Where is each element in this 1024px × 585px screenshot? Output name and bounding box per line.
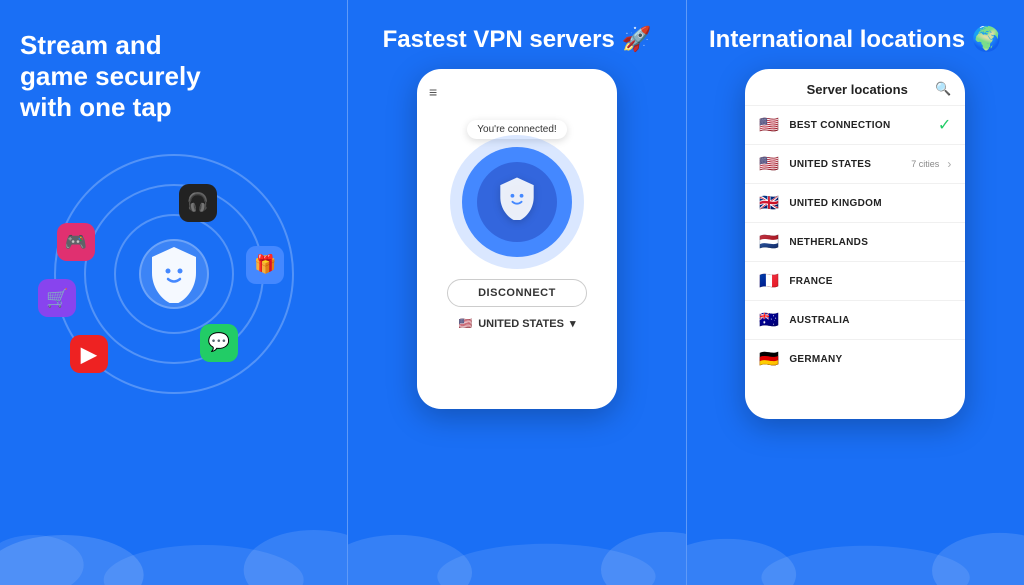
server-item-nl[interactable]: 🇳🇱 NETHERLANDS <box>745 222 965 261</box>
right-panel: International locations 🌍 Server locatio… <box>687 0 1024 585</box>
server-item-de[interactable]: 🇩🇪 GERMANY <box>745 339 965 378</box>
us-label: UNITED STATES <box>789 159 903 170</box>
gift-icon: 🎁 <box>246 246 284 284</box>
left-panel: Stream and game securely with one tap 🎮 … <box>0 0 347 585</box>
server-item-fr[interactable]: 🇫🇷 FRANCE <box>745 261 965 300</box>
us-flag-icon: 🇺🇸 <box>458 317 472 330</box>
uk-flag-icon: 🇬🇧 <box>759 193 781 213</box>
server-item-us[interactable]: 🇺🇸 UNITED STATES 7 cities › <box>745 144 965 183</box>
uk-label: UNITED KINGDOM <box>789 198 951 209</box>
left-headline: Stream and game securely with one tap <box>20 30 327 124</box>
server-item-best[interactable]: 🇺🇸 BEST CONNECTION ✓ <box>745 105 965 144</box>
server-list-header: Server locations 🔍 <box>745 81 965 105</box>
us-flag-icon: 🇺🇸 <box>759 154 781 174</box>
best-flag-icon: 🇺🇸 <box>759 115 781 135</box>
disconnect-button[interactable]: DISCONNECT <box>447 279 587 307</box>
best-connection-label: BEST CONNECTION <box>789 120 930 131</box>
middle-panel: Fastest VPN servers 🚀 ≡ You're connected… <box>347 0 686 585</box>
search-icon[interactable]: 🔍 <box>935 81 951 97</box>
youtube-icon: ▶ <box>70 335 108 373</box>
au-label: AUSTRALIA <box>789 315 951 326</box>
server-item-au[interactable]: 🇦🇺 AUSTRALIA <box>745 300 965 339</box>
vpn-circle-inner <box>477 162 557 242</box>
checkmark-icon: ✓ <box>938 115 951 135</box>
phone-mockup: ≡ You're connected! DISCONNECT 🇺🇸 UNITED… <box>417 69 617 409</box>
shield-animation: 🎮 🎧 🎁 💬 ▶ 🛒 <box>44 134 304 414</box>
vpn-circle-outer <box>462 147 572 257</box>
connected-badge: You're connected! <box>467 120 566 139</box>
headline-line2: game securely <box>20 61 201 91</box>
au-flag-icon: 🇦🇺 <box>759 310 781 330</box>
nl-label: NETHERLANDS <box>789 237 951 248</box>
chevron-right-icon: › <box>947 157 951 171</box>
hamburger-menu-icon: ≡ <box>429 84 437 100</box>
cart-icon: 🛒 <box>38 279 76 317</box>
server-list-title: Server locations <box>779 82 935 97</box>
headline-line1: Stream and <box>20 30 162 60</box>
headline-line3: with one tap <box>20 92 172 122</box>
dropdown-chevron-icon: ▾ <box>570 317 576 330</box>
headphones-icon: 🎧 <box>179 184 217 222</box>
location-label: UNITED STATES <box>478 318 564 330</box>
server-list-mockup: Server locations 🔍 🇺🇸 BEST CONNECTION ✓ … <box>745 69 965 419</box>
de-flag-icon: 🇩🇪 <box>759 349 781 369</box>
game-icon: 🎮 <box>57 223 95 261</box>
de-label: GERMANY <box>789 354 951 365</box>
chat-icon: 💬 <box>200 324 238 362</box>
fr-label: FRANCE <box>789 276 951 287</box>
us-cities-detail: 7 cities <box>911 159 939 169</box>
shield-face-icon <box>497 176 537 228</box>
center-shield <box>144 244 204 304</box>
middle-headline: Fastest VPN servers 🚀 <box>383 25 652 54</box>
fr-flag-icon: 🇫🇷 <box>759 271 781 291</box>
right-headline: International locations 🌍 <box>709 25 1002 54</box>
server-item-uk[interactable]: 🇬🇧 UNITED KINGDOM <box>745 183 965 222</box>
location-row: 🇺🇸 UNITED STATES ▾ <box>458 317 575 330</box>
nl-flag-icon: 🇳🇱 <box>759 232 781 252</box>
